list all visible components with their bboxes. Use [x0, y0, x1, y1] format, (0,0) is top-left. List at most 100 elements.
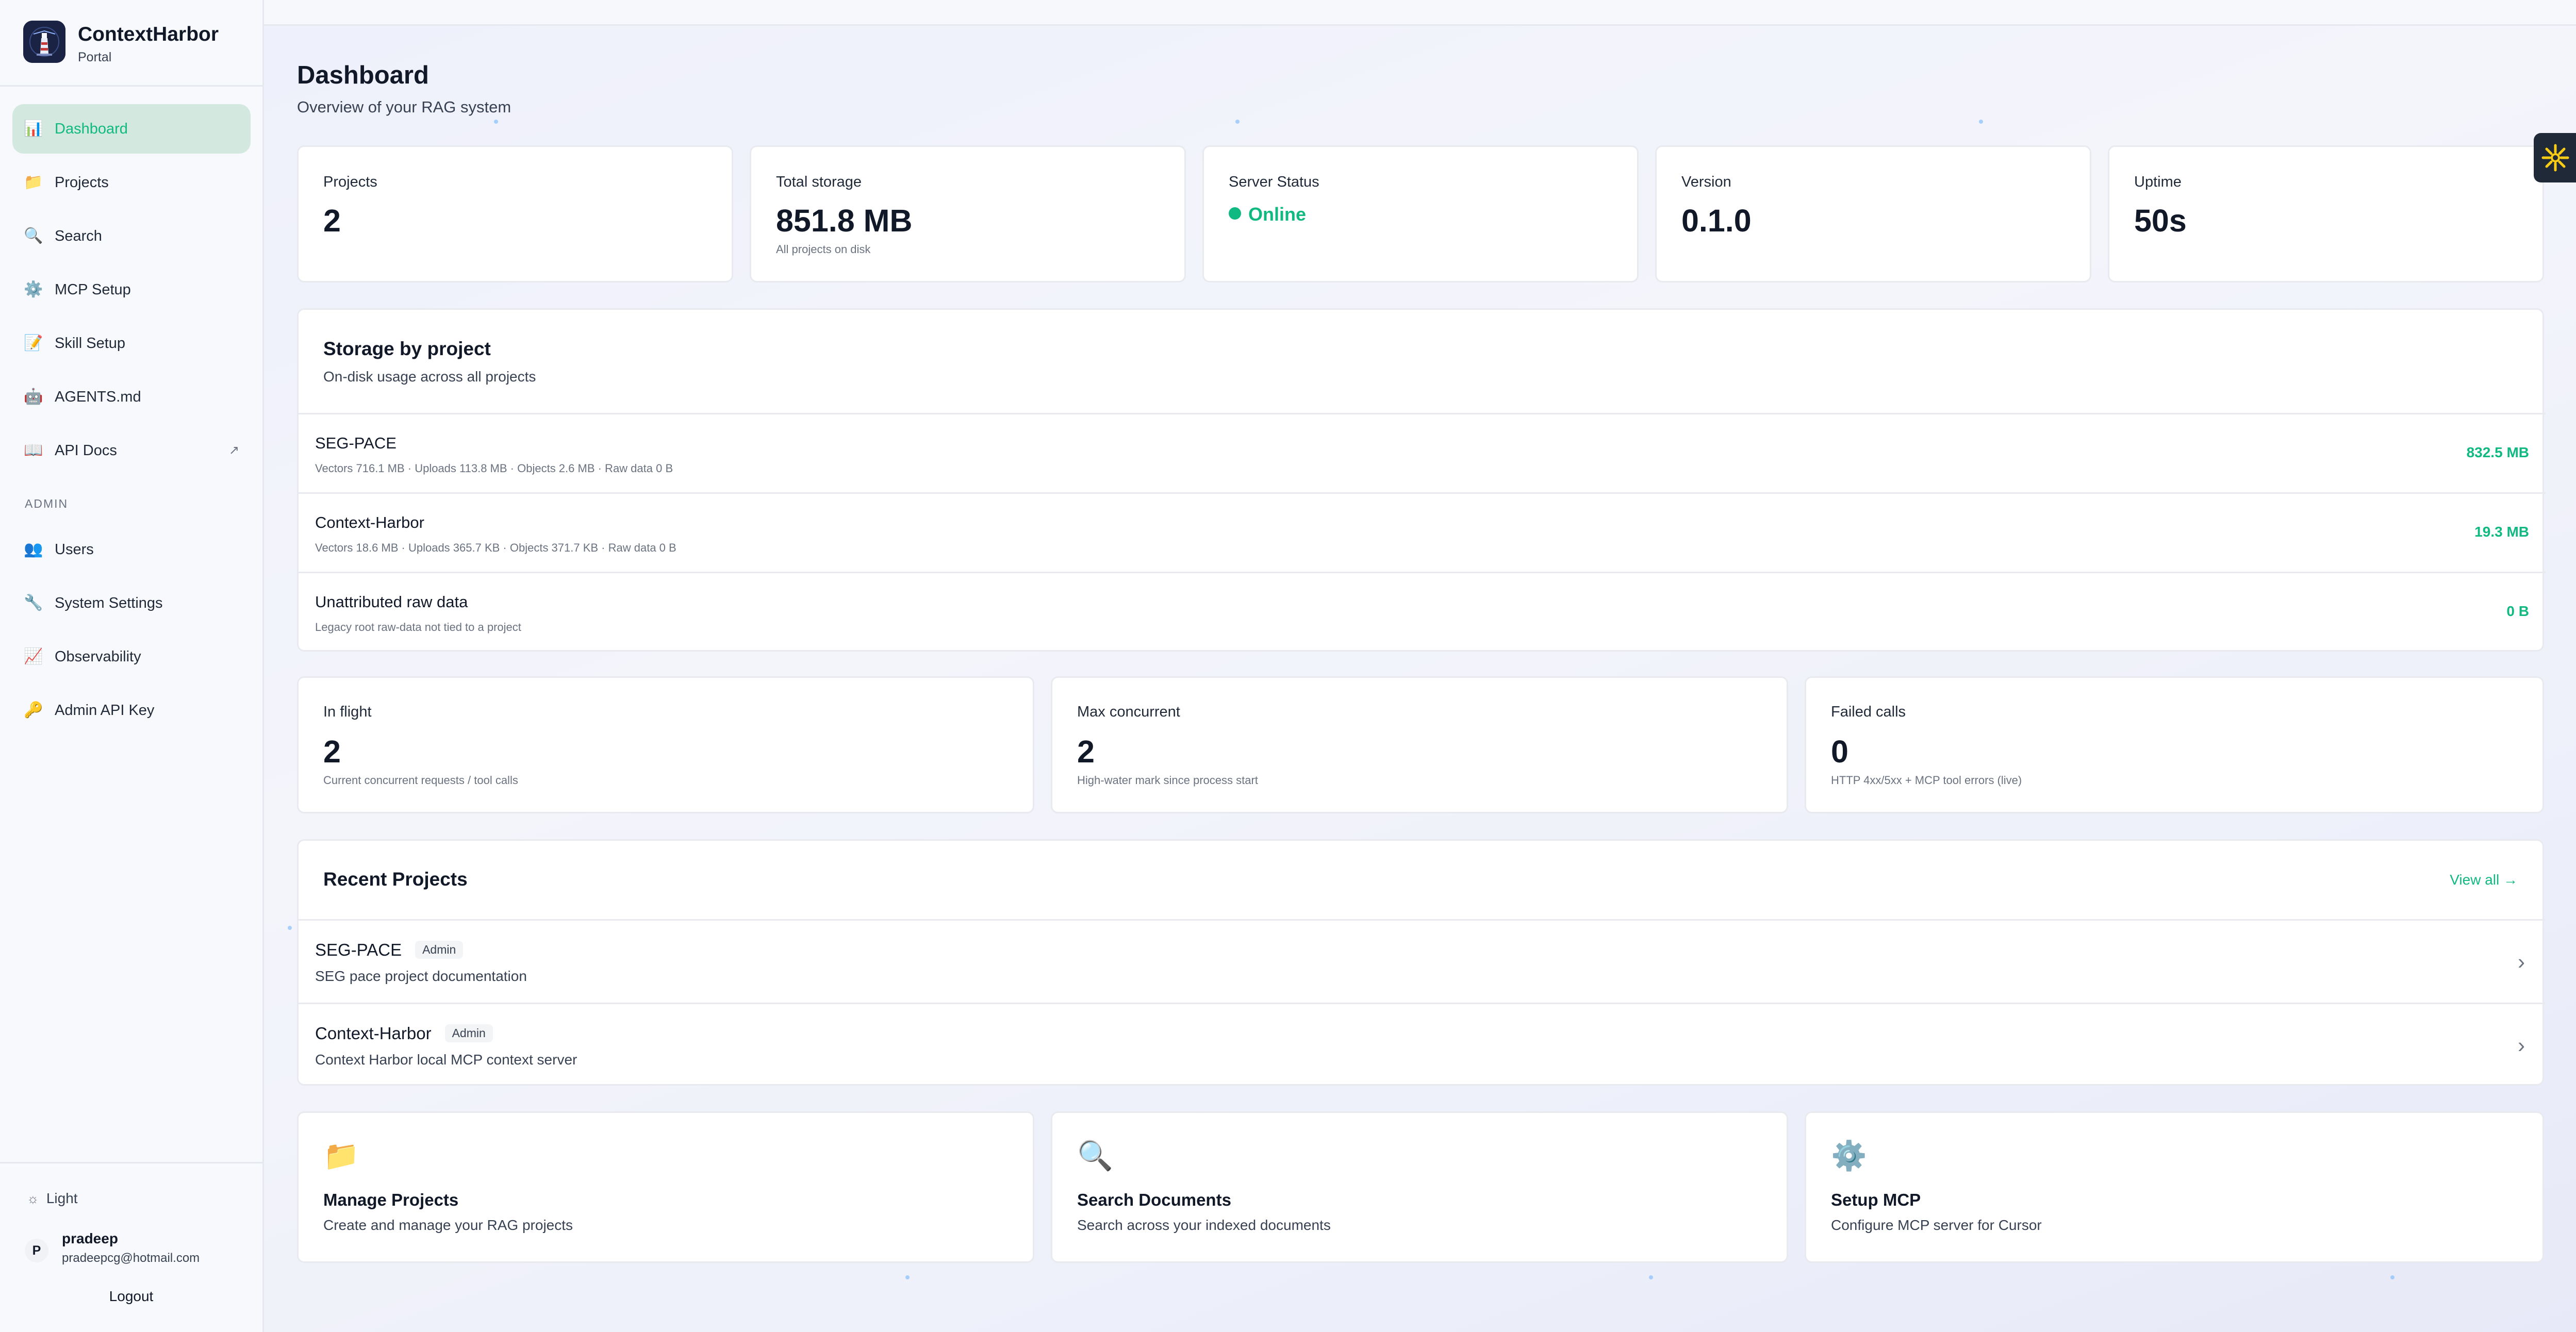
action-description: Create and manage your RAG projects — [323, 1217, 573, 1233]
metric-note: High-water mark since process start — [1077, 774, 1258, 787]
magnifier-icon: 🔍 — [1077, 1139, 1113, 1172]
project-description: SEG pace project documentation — [315, 968, 527, 984]
setup-mcp-card[interactable]: ⚙️ Setup MCP Configure MCP server for Cu… — [1805, 1111, 2544, 1263]
external-link-icon: ↗ — [228, 443, 239, 457]
storage-subtitle: On-disk usage across all projects — [323, 369, 536, 385]
storage-row-name: Context-Harbor — [315, 513, 424, 531]
stat-card-server-status: Server Status Online — [1202, 145, 1639, 282]
app-subtitle: Portal — [78, 50, 112, 64]
stat-value: 0.1.0 — [1681, 203, 1752, 238]
sidebar-item-label: System Settings — [55, 595, 163, 611]
theme-toggle[interactable]: ☼ Light — [27, 1190, 78, 1207]
metric-label: Failed calls — [1831, 704, 1906, 720]
sparkle-icon — [2541, 144, 2569, 172]
chevron-right-icon: › — [2518, 950, 2525, 974]
project-row-context-harbor[interactable]: Context-Harbor Admin Context Harbor local… — [299, 1003, 2546, 1086]
stat-label: Version — [1681, 174, 1731, 190]
storage-row-size: 832.5 MB — [2466, 444, 2529, 460]
action-description: Search across your indexed documents — [1077, 1217, 1331, 1233]
robot-icon: 🤖 — [24, 388, 43, 405]
sidebar-item-search[interactable]: 🔍 Search — [12, 211, 251, 261]
sidebar-item-observability[interactable]: 📈 Observability — [12, 632, 251, 681]
sidebar-item-agents-md[interactable]: 🤖 AGENTS.md — [12, 372, 251, 422]
project-name-line: Context-Harbor Admin — [315, 1024, 493, 1043]
floating-assistant-button[interactable] — [2534, 133, 2576, 182]
sidebar-item-system-settings[interactable]: 🔧 System Settings — [12, 578, 251, 628]
sidebar-item-api-docs[interactable]: 📖 API Docs ↗ — [12, 426, 251, 475]
stat-note: All projects on disk — [776, 243, 871, 256]
manage-projects-card[interactable]: 📁 Manage Projects Create and manage your… — [297, 1111, 1034, 1263]
metric-card-failed-calls: Failed calls 0 HTTP 4xx/5xx + MCP tool e… — [1805, 676, 2544, 813]
background-dot — [905, 1275, 910, 1279]
wrench-icon: 🔧 — [24, 594, 43, 611]
gear-icon: ⚙️ — [1831, 1139, 1867, 1172]
folder-icon: 📁 — [24, 174, 43, 191]
storage-row-detail: Vectors 716.1 MB · Uploads 113.8 MB · Ob… — [315, 462, 673, 475]
logout-button[interactable]: Logout — [0, 1288, 262, 1305]
sidebar-item-dashboard[interactable]: 📊 Dashboard — [12, 104, 251, 154]
sidebar-item-label: Projects — [55, 174, 109, 191]
storage-title: Storage by project — [323, 338, 491, 359]
status-text: Online — [1248, 204, 1307, 225]
bar-chart-icon: 📊 — [24, 120, 43, 137]
admin-section-label: ADMIN — [25, 497, 69, 510]
metric-card-in-flight: In flight 2 Current concurrent requests … — [297, 676, 1034, 813]
sidebar-item-users[interactable]: 👥 Users — [12, 525, 251, 574]
sun-icon: ☼ — [27, 1191, 39, 1206]
metric-value: 2 — [1077, 734, 1095, 769]
page-title: Dashboard — [297, 61, 429, 89]
metric-note: Current concurrent requests / tool calls — [323, 774, 518, 787]
storage-row: Context-Harbor Vectors 18.6 MB · Uploads… — [299, 492, 2546, 572]
users-icon: 👥 — [24, 541, 43, 558]
gear-icon: ⚙️ — [24, 281, 43, 298]
app-title: ContextHarbor — [78, 23, 219, 45]
sidebar: ContextHarbor Portal 📊 Dashboard 📁 Proje… — [0, 0, 264, 1332]
storage-row: Unattributed raw data Legacy root raw-da… — [299, 572, 2546, 651]
action-title: Setup MCP — [1831, 1190, 1921, 1209]
background-dot — [288, 926, 292, 930]
metric-card-max-concurrent: Max concurrent 2 High-water mark since p… — [1051, 676, 1788, 813]
top-bar — [264, 0, 2576, 26]
lighthouse-logo-icon — [23, 21, 65, 63]
metric-label: Max concurrent — [1077, 704, 1180, 720]
brand-header[interactable]: ContextHarbor Portal — [0, 0, 262, 87]
project-row-seg-pace[interactable]: SEG-PACE Admin SEG pace project documenta… — [299, 919, 2546, 1003]
background-dot — [494, 120, 498, 124]
background-dot — [1649, 1275, 1653, 1279]
sidebar-footer: ☼ Light P pradeep pradeepcg@hotmail.com L… — [0, 1162, 262, 1332]
sidebar-item-label: Skill Setup — [55, 335, 126, 352]
storage-row-name: SEG-PACE — [315, 434, 397, 452]
role-badge: Admin — [415, 941, 464, 959]
project-name: Context-Harbor — [315, 1024, 432, 1043]
sidebar-item-label: Dashboard — [55, 121, 128, 137]
background-dot — [1235, 120, 1240, 124]
recent-projects-title: Recent Projects — [323, 869, 468, 890]
user-name: pradeep — [62, 1230, 118, 1246]
storage-row-detail: Legacy root raw-data not tied to a proje… — [315, 621, 521, 634]
sidebar-item-skill-setup[interactable]: 📝 Skill Setup — [12, 319, 251, 368]
project-name-line: SEG-PACE Admin — [315, 940, 464, 960]
metric-value: 0 — [1831, 734, 1848, 769]
view-all-link[interactable]: View all → — [2450, 872, 2518, 888]
storage-row-size: 0 B — [2506, 603, 2529, 619]
sidebar-item-label: AGENTS.md — [55, 389, 141, 405]
search-documents-card[interactable]: 🔍 Search Documents Search across your in… — [1051, 1111, 1788, 1263]
sidebar-item-label: Users — [55, 541, 94, 558]
book-icon: 📖 — [24, 442, 43, 459]
sidebar-item-admin-api-key[interactable]: 🔑 Admin API Key — [12, 686, 251, 735]
sidebar-item-label: Admin API Key — [55, 702, 155, 719]
sidebar-item-label: API Docs — [55, 442, 117, 459]
project-description: Context Harbor local MCP context server — [315, 1052, 577, 1068]
sidebar-item-mcp-setup[interactable]: ⚙️ MCP Setup — [12, 265, 251, 314]
main-content: Dashboard Overview of your RAG system Pr… — [264, 0, 2576, 1332]
stat-card-uptime: Uptime 50s — [2108, 145, 2544, 282]
sidebar-item-label: Observability — [55, 648, 141, 665]
sidebar-item-projects[interactable]: 📁 Projects — [12, 158, 251, 207]
project-name: SEG-PACE — [315, 940, 402, 959]
search-icon: 🔍 — [24, 227, 43, 244]
role-badge: Admin — [444, 1024, 493, 1042]
stat-label: Server Status — [1229, 174, 1319, 190]
status-badge: Online — [1229, 204, 1306, 225]
memo-icon: 📝 — [24, 335, 43, 352]
sidebar-item-label: MCP Setup — [55, 281, 131, 298]
